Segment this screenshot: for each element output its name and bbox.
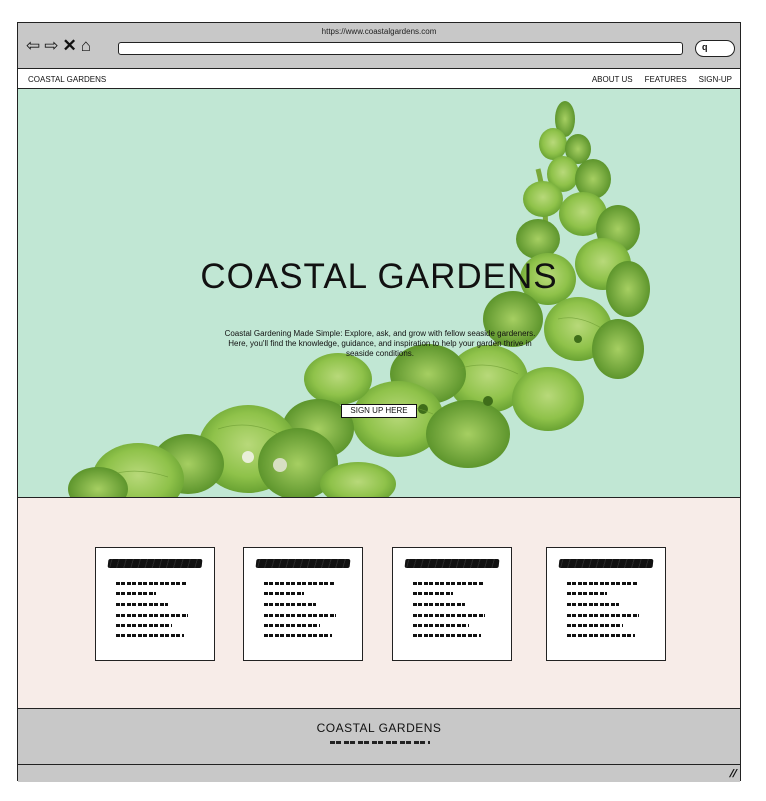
hero-subtitle: Coastal Gardening Made Simple: Explore, …	[224, 329, 536, 358]
resize-grip-icon[interactable]: //	[728, 768, 738, 780]
card-text-scribble	[567, 614, 639, 617]
card-text-scribble	[116, 592, 156, 595]
search-button[interactable]: q	[695, 40, 735, 57]
card-text-scribble	[567, 603, 619, 606]
close-icon[interactable]: ✕	[63, 37, 77, 55]
forward-arrow-icon[interactable]: ⇨	[44, 37, 58, 55]
search-icon: q	[702, 42, 708, 52]
url-text: https://www.coastalgardens.com	[321, 27, 437, 36]
card-heading-scribble	[107, 559, 203, 568]
card-text-scribble	[264, 603, 316, 606]
nav-link-about-us[interactable]: ABOUT US	[592, 75, 633, 84]
card-text-scribble	[264, 592, 304, 595]
card-text-scribble	[264, 624, 320, 627]
nav-link-features[interactable]: FEATURES	[645, 75, 687, 84]
sign-up-button[interactable]: SIGN UP HERE	[341, 404, 417, 418]
site-footer: COASTAL GARDENS	[18, 708, 740, 765]
back-arrow-icon[interactable]: ⇦	[26, 37, 40, 55]
browser-window: https://www.coastalgardens.com ⇦ ⇨ ✕ ⌂ q…	[17, 22, 741, 782]
card-text-scribble	[413, 582, 483, 585]
card-text-scribble	[413, 614, 485, 617]
card-text-scribble	[264, 634, 332, 637]
site-brand[interactable]: COASTAL GARDENS	[28, 75, 106, 84]
address-bar[interactable]	[118, 42, 683, 55]
footer-title: COASTAL GARDENS	[316, 721, 442, 735]
browser-chrome: https://www.coastalgardens.com ⇦ ⇨ ✕ ⌂ q	[18, 23, 740, 69]
card-text-scribble	[413, 603, 465, 606]
card-heading-scribble	[255, 559, 351, 568]
card-text-scribble	[567, 634, 635, 637]
feature-card	[243, 547, 363, 661]
hero-section: COASTAL GARDENS Coastal Gardening Made S…	[18, 89, 740, 497]
browser-status-bar: //	[18, 765, 740, 782]
card-text-scribble	[413, 624, 469, 627]
nav-link-sign-up[interactable]: SIGN-UP	[699, 75, 732, 84]
card-text-scribble	[116, 582, 186, 585]
card-heading-scribble	[404, 559, 500, 568]
card-text-scribble	[567, 592, 607, 595]
card-text-scribble	[567, 582, 637, 585]
card-text-scribble	[567, 624, 623, 627]
home-icon[interactable]: ⌂	[81, 37, 91, 55]
feature-card	[392, 547, 512, 661]
nav-links: ABOUT US FEATURES SIGN-UP	[592, 75, 732, 84]
footer-text-scribble	[330, 741, 430, 744]
card-heading-scribble	[558, 559, 654, 568]
features-section	[18, 497, 740, 708]
hero-title: COASTAL GARDENS	[200, 257, 558, 296]
card-text-scribble	[264, 582, 334, 585]
card-text-scribble	[116, 634, 184, 637]
card-text-scribble	[116, 624, 172, 627]
site-navbar: COASTAL GARDENS ABOUT US FEATURES SIGN-U…	[18, 69, 740, 89]
feature-card	[546, 547, 666, 661]
card-text-scribble	[413, 592, 453, 595]
browser-nav-icons: ⇦ ⇨ ✕ ⌂	[26, 37, 91, 55]
card-text-scribble	[264, 614, 336, 617]
feature-card	[95, 547, 215, 661]
card-text-scribble	[116, 614, 188, 617]
card-text-scribble	[116, 603, 168, 606]
card-text-scribble	[413, 634, 481, 637]
